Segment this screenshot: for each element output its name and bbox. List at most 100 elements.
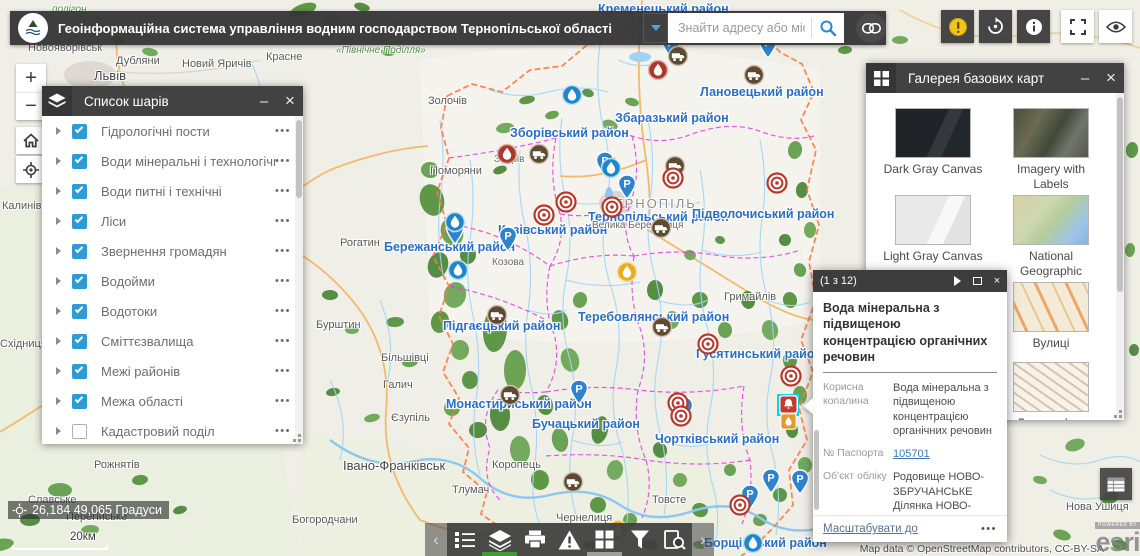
expand-arrow-icon[interactable] xyxy=(56,427,61,435)
search-input[interactable] xyxy=(668,13,811,43)
search-source-dropdown[interactable] xyxy=(643,13,668,43)
filter-button[interactable] xyxy=(622,523,657,556)
layer-checkbox[interactable] xyxy=(72,214,87,229)
print-icon xyxy=(524,530,546,549)
basemap-item[interactable]: Вулиці xyxy=(1001,282,1101,351)
basemap-label: Ландшафт з xyxy=(1001,416,1101,420)
fullscreen-icon xyxy=(1070,19,1086,35)
popup-next-button[interactable] xyxy=(947,270,967,292)
warning-button[interactable] xyxy=(552,523,587,556)
layer-checkbox[interactable] xyxy=(72,334,87,349)
expand-arrow-icon[interactable] xyxy=(56,127,61,135)
layer-checkbox[interactable] xyxy=(72,124,87,139)
fullscreen-button[interactable] xyxy=(1061,10,1094,43)
basemap-thumbnail[interactable] xyxy=(1013,282,1089,332)
home-icon xyxy=(23,133,39,148)
feature-selection-box xyxy=(777,394,799,416)
map-attribution: Map data © OpenStreetMap contributors, C… xyxy=(860,543,1104,555)
layer-label: Водойми xyxy=(101,274,275,289)
popup-scrollbar[interactable] xyxy=(814,430,819,510)
layer-row: Гідрологічні пости••• xyxy=(42,116,303,146)
layer-checkbox[interactable] xyxy=(72,274,87,289)
attribute-table-button[interactable] xyxy=(1100,468,1132,500)
layer-menu-button[interactable]: ••• xyxy=(275,425,291,437)
basemap-item[interactable]: National Geographic xyxy=(1001,195,1101,279)
popup-header: (1 з 12) × xyxy=(813,270,1007,292)
basemap-gallery-close-button[interactable]: × xyxy=(1098,63,1124,93)
layer-menu-button[interactable]: ••• xyxy=(275,215,291,227)
popup-close-button[interactable]: × xyxy=(987,270,1007,292)
layer-list-scrollbar[interactable] xyxy=(295,116,303,444)
esri-wordmark: esri xyxy=(1095,529,1140,556)
field-value[interactable]: 105701 xyxy=(893,447,997,461)
layer-menu-button[interactable]: ••• xyxy=(275,275,291,287)
zoom-to-link[interactable]: Масштабувати до xyxy=(823,523,981,535)
search-button[interactable] xyxy=(812,13,844,43)
layer-checkbox[interactable] xyxy=(72,184,87,199)
expand-arrow-icon[interactable] xyxy=(56,217,61,225)
layer-checkbox[interactable] xyxy=(72,394,87,409)
basemap-gallery-resize-grip[interactable] xyxy=(1119,415,1122,418)
toolbar-prev-button[interactable]: ‹ xyxy=(425,523,447,556)
print-button[interactable] xyxy=(517,523,552,556)
popup-footer: Масштабувати до ••• xyxy=(813,515,1007,542)
grid-icon xyxy=(595,530,614,549)
layer-list-close-button[interactable]: × xyxy=(277,86,303,116)
refresh-widget-button[interactable] xyxy=(979,10,1012,43)
layer-checkbox[interactable] xyxy=(72,154,87,169)
layer-list-minimize-button[interactable]: – xyxy=(251,86,277,116)
basemap-gallery-scrollbar[interactable] xyxy=(1116,93,1124,420)
query-button[interactable] xyxy=(657,523,692,556)
coin-exclamation-icon xyxy=(948,17,968,37)
expand-arrow-icon[interactable] xyxy=(56,337,61,345)
expand-arrow-icon[interactable] xyxy=(56,397,61,405)
layer-menu-button[interactable]: ••• xyxy=(275,335,291,347)
basemap-item[interactable]: Light Gray Canvas xyxy=(883,195,983,264)
layer-menu-button[interactable]: ••• xyxy=(275,245,291,257)
legend-button[interactable] xyxy=(447,523,482,556)
basemap-thumbnail[interactable] xyxy=(895,108,971,158)
basemap-item[interactable]: Dark Gray Canvas xyxy=(883,108,983,177)
basemap-thumbnail[interactable] xyxy=(1013,195,1089,245)
expand-arrow-icon[interactable] xyxy=(56,187,61,195)
layer-list-button[interactable] xyxy=(482,523,517,556)
expand-arrow-icon[interactable] xyxy=(56,307,61,315)
basemap-item[interactable]: Imagery with Labels xyxy=(1001,108,1101,192)
layer-menu-button[interactable]: ••• xyxy=(275,365,291,377)
basemap-gallery-minimize-button[interactable]: – xyxy=(1072,63,1098,93)
layer-menu-button[interactable]: ••• xyxy=(275,395,291,407)
visibility-button[interactable] xyxy=(1099,10,1132,43)
basemap-thumbnail[interactable] xyxy=(1013,362,1089,412)
legend-icon xyxy=(454,530,476,550)
locate-icon xyxy=(23,162,39,178)
layer-checkbox[interactable] xyxy=(72,304,87,319)
layer-menu-button[interactable]: ••• xyxy=(275,155,291,167)
layer-label: Води питні і технічні xyxy=(101,184,275,199)
popup-maximize-button[interactable] xyxy=(967,270,987,292)
expand-arrow-icon[interactable] xyxy=(56,277,61,285)
expand-arrow-icon[interactable] xyxy=(56,247,61,255)
layer-checkbox[interactable] xyxy=(72,244,87,259)
layer-checkbox[interactable] xyxy=(72,424,87,439)
layer-menu-button[interactable]: ••• xyxy=(275,125,291,137)
basemap-item[interactable]: Ландшафт з xyxy=(1001,362,1101,420)
layer-label: Гідрологічні пости xyxy=(101,124,275,139)
layer-menu-button[interactable]: ••• xyxy=(275,185,291,197)
basemap-thumbnail[interactable] xyxy=(1013,108,1089,158)
expand-arrow-icon[interactable] xyxy=(56,157,61,165)
basemap-gallery-button[interactable] xyxy=(587,523,622,556)
info-button[interactable] xyxy=(1017,10,1050,43)
alerts-widget-button[interactable] xyxy=(941,10,974,43)
popup-actions-button[interactable]: ••• xyxy=(981,523,997,535)
expand-arrow-icon[interactable] xyxy=(56,367,61,375)
layer-menu-button[interactable]: ••• xyxy=(275,305,291,317)
esri-logo: POWERED BY esri xyxy=(1095,522,1140,556)
layer-checkbox[interactable] xyxy=(72,364,87,379)
layer-list-resize-grip[interactable] xyxy=(298,439,301,442)
basemap-thumbnail[interactable] xyxy=(895,195,971,245)
coordinate-widget[interactable]: 26,184 49,065 Градуси xyxy=(8,501,169,519)
share-link-button[interactable] xyxy=(856,13,886,43)
toolbar-next-button[interactable]: › xyxy=(692,523,714,556)
chevron-down-icon xyxy=(651,25,661,31)
crosshair-icon xyxy=(12,503,27,518)
